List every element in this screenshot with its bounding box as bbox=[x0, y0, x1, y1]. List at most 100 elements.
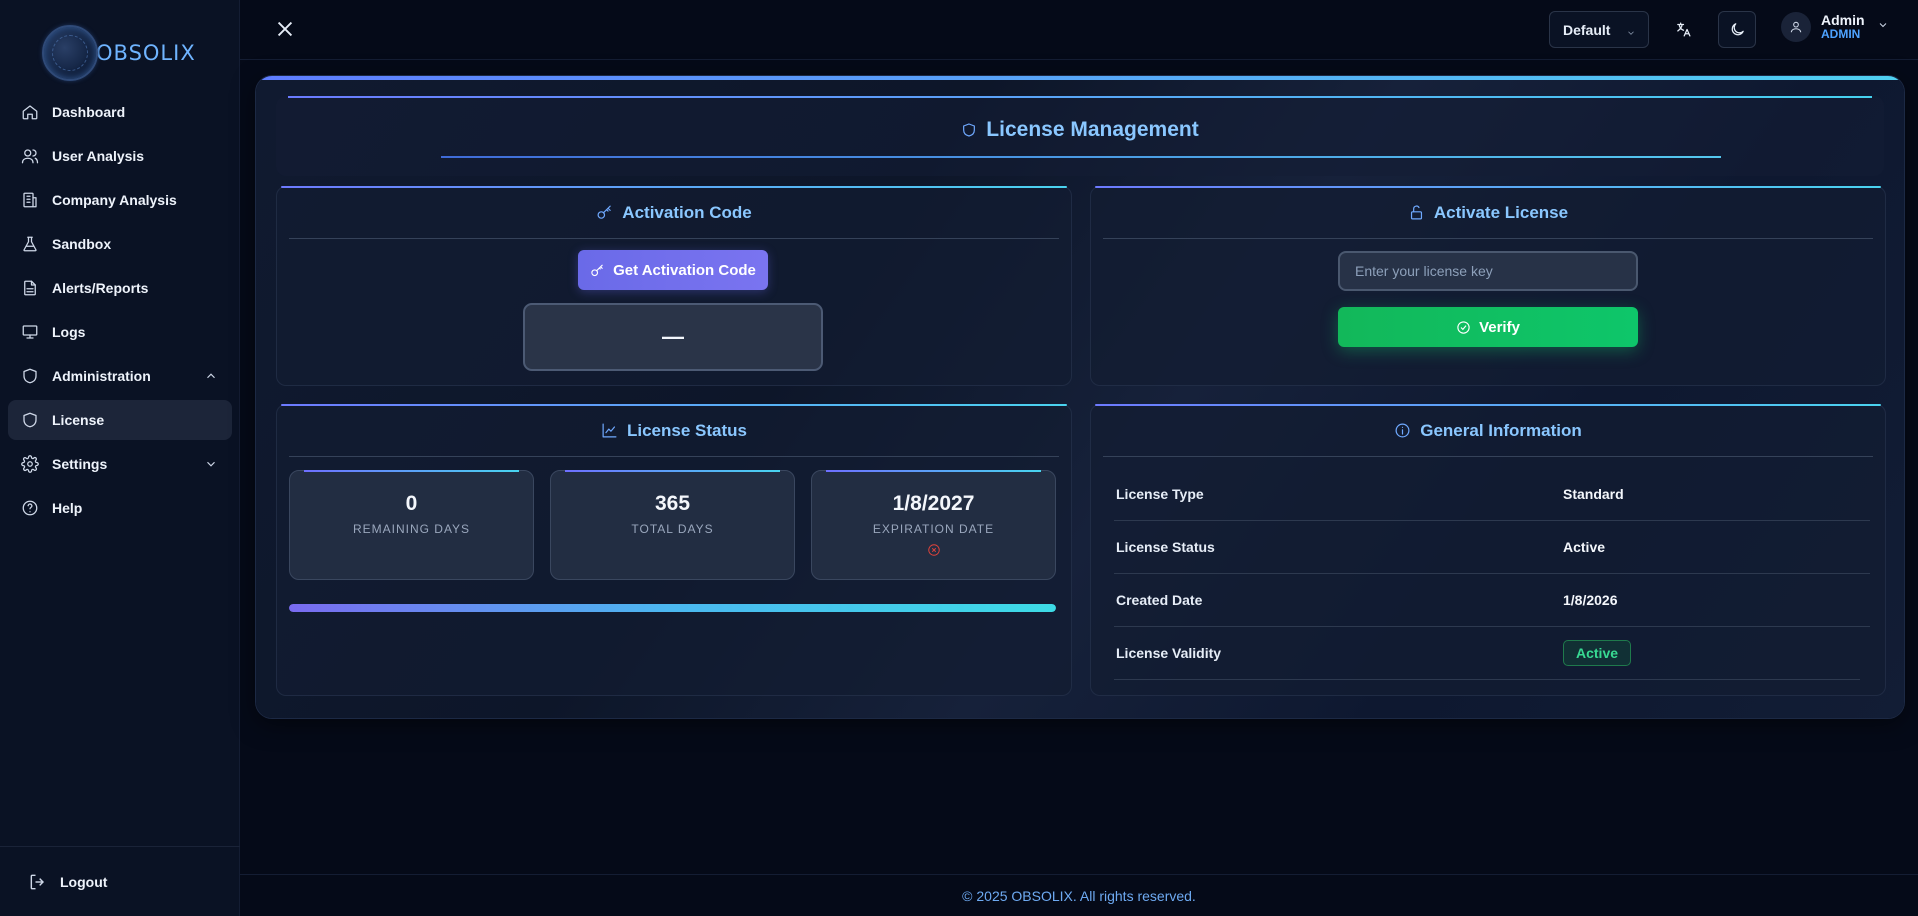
license-progress-bar bbox=[289, 604, 1056, 612]
activation-code-heading: Activation Code bbox=[622, 202, 752, 222]
topbar: Default Admin ADMIN bbox=[240, 0, 1918, 60]
info-key: License Status bbox=[1116, 539, 1215, 555]
expired-x-icon bbox=[927, 543, 941, 557]
sidebar-item-label: User Analysis bbox=[52, 148, 145, 164]
language-button[interactable] bbox=[1664, 11, 1702, 48]
get-activation-code-button[interactable]: Get Activation Code bbox=[578, 250, 768, 290]
chart-line-icon bbox=[602, 423, 617, 438]
document-icon bbox=[20, 278, 40, 298]
info-key: License Validity bbox=[1116, 645, 1222, 661]
sidebar-item-label: Alerts/Reports bbox=[52, 280, 149, 296]
stat-remaining-days: 0 REMAINING DAYS bbox=[289, 470, 534, 580]
user-role: ADMIN bbox=[1821, 27, 1861, 42]
sidebar-item-label: Logs bbox=[52, 324, 86, 340]
status-badge: Active bbox=[1563, 640, 1632, 666]
get-activation-code-label: Get Activation Code bbox=[613, 261, 756, 279]
title-divider bbox=[441, 156, 1721, 158]
app-name: OBSOLIX bbox=[96, 41, 196, 65]
sidebar-item-label: License bbox=[52, 412, 105, 428]
activation-code-display: — bbox=[523, 303, 823, 371]
monitor-icon bbox=[20, 322, 40, 342]
close-sidebar-button[interactable] bbox=[274, 18, 296, 40]
sidebar-item-help[interactable]: Help bbox=[8, 488, 232, 528]
sidebar-item-label: Help bbox=[52, 500, 83, 516]
stat-label: EXPIRATION DATE bbox=[872, 522, 995, 536]
info-key: Created Date bbox=[1116, 592, 1203, 608]
stat-value: 1/8/2027 bbox=[892, 492, 975, 515]
key-icon bbox=[591, 263, 603, 276]
stat-total-days: 365 TOTAL DAYS bbox=[550, 470, 795, 580]
sidebar-item-alerts-reports[interactable]: Alerts/Reports bbox=[8, 268, 232, 308]
info-value: Active bbox=[1563, 539, 1606, 555]
info-row-created-date: Created Date 1/8/2026 bbox=[1114, 574, 1870, 627]
stat-label: TOTAL DAYS bbox=[631, 522, 714, 536]
chevron-down-icon bbox=[1626, 25, 1636, 41]
license-key-input[interactable] bbox=[1338, 251, 1638, 291]
card-heading: License Status bbox=[289, 405, 1059, 457]
sidebar-item-logs[interactable]: Logs bbox=[8, 312, 232, 352]
sidebar-divider bbox=[0, 846, 240, 847]
check-circle-icon bbox=[1457, 320, 1470, 334]
dark-mode-toggle[interactable] bbox=[1718, 11, 1756, 48]
page-title: License Management bbox=[256, 118, 1904, 142]
sidebar-item-dashboard[interactable]: Dashboard bbox=[8, 92, 232, 132]
shield-icon bbox=[963, 123, 976, 137]
shield-icon bbox=[20, 410, 40, 430]
info-row-license-status: License Status Active bbox=[1114, 521, 1870, 574]
sidebar-item-label: Sandbox bbox=[52, 236, 112, 252]
chevron-down-icon bbox=[1877, 18, 1889, 36]
user-menu[interactable]: Admin ADMIN bbox=[1781, 12, 1889, 42]
sidebar-item-company-analysis[interactable]: Company Analysis bbox=[8, 180, 232, 220]
info-row-license-validity: License Validity Active bbox=[1114, 627, 1860, 680]
info-value: Standard bbox=[1563, 486, 1624, 502]
sidebar-item-user-analysis[interactable]: User Analysis bbox=[8, 136, 232, 176]
info-key: License Type bbox=[1116, 486, 1204, 502]
home-icon bbox=[20, 102, 40, 122]
users-icon bbox=[20, 146, 40, 166]
progress-fill bbox=[289, 604, 1056, 612]
sidebar-item-settings[interactable]: Settings bbox=[8, 444, 232, 484]
logout-icon bbox=[30, 874, 45, 890]
footer: © 2025 OBSOLIX. All rights reserved. bbox=[240, 874, 1918, 916]
key-icon bbox=[597, 205, 612, 219]
sidebar-item-label: Company Analysis bbox=[52, 192, 177, 208]
sidebar: OBSOLIX Dashboard User Analysis Company … bbox=[0, 0, 240, 916]
general-information-heading: General Information bbox=[1420, 420, 1582, 440]
card-heading: Activation Code bbox=[289, 187, 1059, 239]
app-logo[interactable]: OBSOLIX bbox=[42, 24, 196, 82]
sidebar-item-administration[interactable]: Administration bbox=[8, 356, 232, 396]
theme-select[interactable]: Default bbox=[1549, 11, 1649, 48]
page-title-text: License Management bbox=[986, 118, 1199, 141]
user-icon bbox=[1790, 21, 1802, 33]
copyright-text: © 2025 OBSOLIX. All rights reserved. bbox=[962, 887, 1196, 904]
translate-icon bbox=[1676, 22, 1691, 37]
card-heading: General Information bbox=[1103, 405, 1873, 457]
building-icon bbox=[20, 190, 40, 210]
chevron-up-icon bbox=[204, 369, 218, 383]
shield-icon bbox=[20, 366, 40, 386]
help-icon bbox=[20, 498, 40, 518]
avatar bbox=[1781, 12, 1811, 42]
logout-button[interactable]: Logout bbox=[28, 872, 107, 892]
info-value: 1/8/2026 bbox=[1563, 592, 1618, 608]
sidebar-item-label: Settings bbox=[52, 456, 108, 472]
info-icon bbox=[1395, 423, 1410, 438]
license-status-heading: License Status bbox=[627, 420, 747, 440]
sidebar-item-label: Administration bbox=[52, 368, 151, 384]
stat-value: 365 bbox=[654, 492, 691, 515]
close-icon bbox=[277, 21, 293, 37]
flask-icon bbox=[20, 234, 40, 254]
verify-button[interactable]: Verify bbox=[1338, 307, 1638, 347]
logout-label: Logout bbox=[60, 874, 108, 890]
stat-label: REMAINING DAYS bbox=[352, 522, 471, 536]
activate-license-heading: Activate License bbox=[1433, 202, 1569, 222]
unlock-icon bbox=[1410, 205, 1422, 220]
user-name: Admin bbox=[1821, 12, 1865, 29]
chevron-down-icon bbox=[204, 457, 218, 471]
info-row-license-type: License Type Standard bbox=[1114, 468, 1870, 521]
logo-globe-icon bbox=[42, 25, 98, 81]
stat-value: 0 bbox=[405, 492, 418, 515]
sidebar-item-license[interactable]: License bbox=[8, 400, 232, 440]
card-heading: Activate License bbox=[1103, 187, 1873, 239]
sidebar-item-sandbox[interactable]: Sandbox bbox=[8, 224, 232, 264]
